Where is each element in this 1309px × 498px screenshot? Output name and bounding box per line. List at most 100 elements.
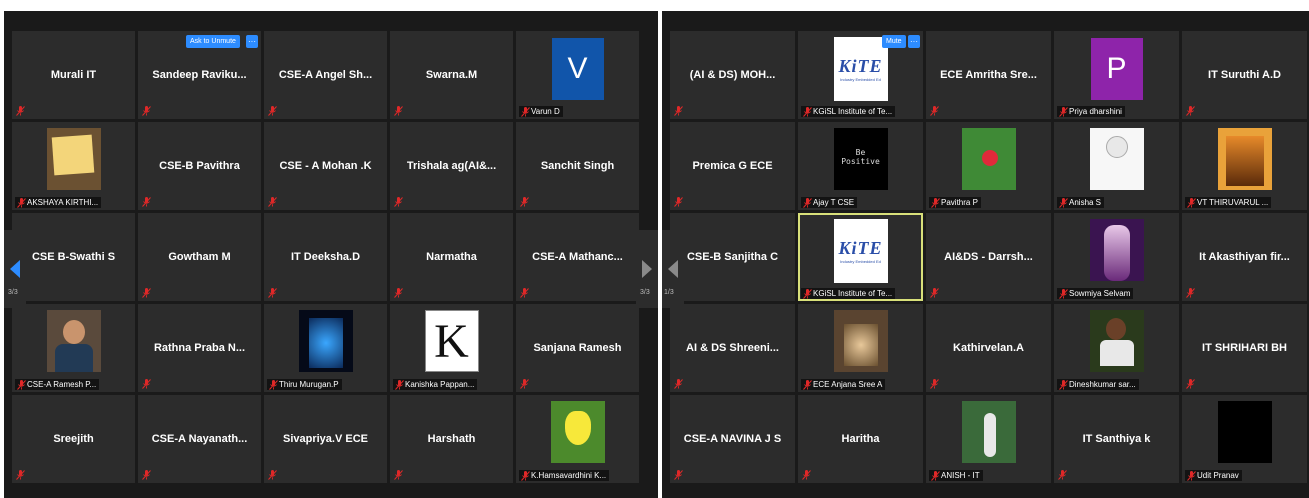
participant-name: AI & DS Shreeni... [686, 342, 779, 354]
chevron-right-icon [642, 260, 652, 278]
participant-tile[interactable]: CSE B-Swathi S [12, 213, 135, 301]
participant-tile[interactable]: Rathna Praba N... [138, 304, 261, 392]
mute-button[interactable]: Mute [882, 35, 906, 48]
participant-name: AI&DS - Darrsh... [944, 251, 1033, 263]
participant-tile[interactable]: CSE-A Angel Sh... [264, 31, 387, 119]
participant-label-text: Sowmiya Selvam [1069, 289, 1131, 298]
participant-tile[interactable]: Trishala ag(AI&... [390, 122, 513, 210]
previous-page-button[interactable] [662, 230, 684, 308]
muted-mic-icon [1187, 198, 1196, 208]
participant-tile[interactable]: IT SHRIHARI BH [1182, 304, 1307, 392]
participant-tile[interactable]: Be Positive Ajay T CSE [798, 122, 923, 210]
participant-label-text: Priya dharshini [1069, 107, 1122, 116]
participant-tile[interactable]: Kathirvelan.A [926, 304, 1051, 392]
ask-to-unmute-button[interactable]: Ask to Unmute [186, 35, 240, 48]
participant-name: CSE-B Sanjitha C [686, 251, 779, 263]
participant-tile[interactable]: IT Suruthi A.D [1182, 31, 1307, 119]
muted-mic-icon [142, 106, 151, 116]
participant-name: Kathirvelan.A [953, 342, 1024, 354]
participant-tile[interactable]: CSE-A Ramesh P... [12, 304, 135, 392]
muted-mic-icon [394, 288, 403, 298]
participant-tile[interactable]: Sanchit Singh [516, 122, 639, 210]
participant-tile[interactable]: CSE - A Mohan .K [264, 122, 387, 210]
muted-mic-icon [520, 379, 529, 389]
participant-tile[interactable]: Sivapriya.V ECE [264, 395, 387, 483]
participant-tile[interactable]: CSE-A NAVINA J S [670, 395, 795, 483]
participant-tile[interactable]: CSE-B Sanjitha C [670, 213, 795, 301]
participant-tile[interactable]: Sandeep Raviku... Ask to Unmute ··· [138, 31, 261, 119]
participant-tile[interactable]: CSE-A Mathanc... [516, 213, 639, 301]
participant-tile[interactable]: V Varun D [516, 31, 639, 119]
participant-tile[interactable]: ECE Anjana Sree A [798, 304, 923, 392]
participant-name: Haritha [841, 433, 880, 445]
participant-tile[interactable]: K Kanishka Pappan... [390, 304, 513, 392]
muted-mic-icon [521, 471, 530, 481]
participant-label-text: VT THIRUVARUL ... [1197, 198, 1269, 207]
participant-photo [1089, 219, 1144, 281]
participant-photo [46, 128, 101, 190]
participant-name: CSE-A Mathanc... [532, 251, 623, 263]
participant-tile[interactable]: ECE Amritha Sre... [926, 31, 1051, 119]
participant-tile[interactable]: ANISH - IT [926, 395, 1051, 483]
participant-tile[interactable]: Dineshkumar sar... [1054, 304, 1179, 392]
muted-mic-icon [803, 289, 812, 299]
participant-label-text: Thiru Murugan.P [279, 380, 339, 389]
chevron-left-icon [668, 260, 678, 278]
participant-tile[interactable]: Sowmiya Selvam [1054, 213, 1179, 301]
muted-mic-icon [520, 197, 529, 207]
muted-mic-icon [520, 288, 529, 298]
participant-tile[interactable]: Thiru Murugan.P [264, 304, 387, 392]
participant-tile[interactable]: Udit Pranav [1182, 395, 1307, 483]
participant-tile[interactable]: IT Deeksha.D [264, 213, 387, 301]
participant-label: Udit Pranav [1185, 470, 1242, 481]
participant-tile[interactable]: AI & DS Shreeni... [670, 304, 795, 392]
participant-tile[interactable]: Haritha [798, 395, 923, 483]
participant-tile[interactable]: K.Hamsavardhini K... [516, 395, 639, 483]
participant-tile[interactable]: Sreejith [12, 395, 135, 483]
muted-mic-icon [1186, 379, 1195, 389]
participant-photo [833, 310, 888, 372]
participant-tile[interactable]: Narmatha [390, 213, 513, 301]
participant-name: Sandeep Raviku... [152, 69, 247, 81]
participant-tile[interactable]: Sanjana Ramesh [516, 304, 639, 392]
participant-tile[interactable]: KiTE Industry Embedded Ed KGiSL Institute … [798, 31, 923, 119]
muted-mic-icon [674, 470, 683, 480]
participant-tile[interactable]: CSE-A Nayanath... [138, 395, 261, 483]
participant-name: CSE-A NAVINA J S [683, 433, 782, 445]
participant-name: Narmatha [426, 251, 477, 263]
muted-mic-icon [521, 107, 530, 117]
more-options-button[interactable]: ··· [908, 35, 920, 48]
muted-mic-icon [930, 379, 939, 389]
avatar: P [1090, 38, 1143, 100]
participant-tile[interactable]: Harshath [390, 395, 513, 483]
participant-tile[interactable]: AI&DS - Darrsh... [926, 213, 1051, 301]
participant-tile[interactable]: (AI & DS) MOH... [670, 31, 795, 119]
participant-label: CSE-A Ramesh P... [15, 379, 100, 390]
participant-tile[interactable]: Gowtham M [138, 213, 261, 301]
muted-mic-icon [674, 106, 683, 116]
participant-tile[interactable]: Swarna.M [390, 31, 513, 119]
participant-tile[interactable]: Anisha S [1054, 122, 1179, 210]
participant-tile[interactable]: P Priya dharshini [1054, 31, 1179, 119]
participant-tile[interactable]: Pavithra P [926, 122, 1051, 210]
muted-mic-icon [269, 380, 278, 390]
participant-tile[interactable]: It Akasthiyan fir... [1182, 213, 1307, 301]
participant-label: Sowmiya Selvam [1057, 288, 1134, 299]
muted-mic-icon [17, 198, 26, 208]
muted-mic-icon [1059, 107, 1068, 117]
previous-page-button[interactable] [4, 230, 26, 308]
participant-tile[interactable]: Murali IT [12, 31, 135, 119]
next-page-button[interactable] [636, 230, 658, 308]
participant-label: Anisha S [1057, 197, 1105, 208]
participant-name: IT Santhiya k [1082, 433, 1151, 445]
participant-tile[interactable]: CSE-B Pavithra [138, 122, 261, 210]
participant-label-text: Anisha S [1069, 198, 1102, 207]
participant-tile[interactable]: AKSHAYA KIRTHI... [12, 122, 135, 210]
participant-tile[interactable]: KiTE Industry Embedded Ed KGiSL Institute … [798, 213, 923, 301]
more-options-button[interactable]: ··· [246, 35, 258, 48]
participant-tile[interactable]: Premica G ECE [670, 122, 795, 210]
participant-tile[interactable]: IT Santhiya k [1054, 395, 1179, 483]
participant-label-text: Pavithra P [941, 198, 978, 207]
participant-photo [1217, 401, 1272, 463]
participant-tile[interactable]: VT THIRUVARUL ... [1182, 122, 1307, 210]
